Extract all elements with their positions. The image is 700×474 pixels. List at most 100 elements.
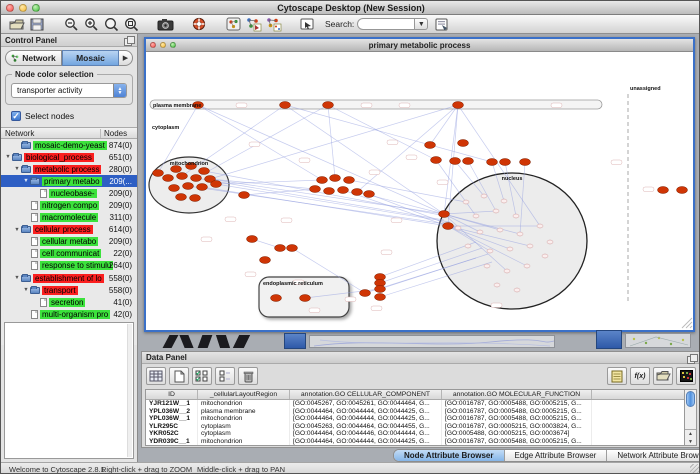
tree-row[interactable]: macromolecule311(0)	[1, 212, 137, 224]
network-node-small[interactable]	[514, 288, 520, 292]
network-node[interactable]	[153, 170, 164, 177]
tree-row[interactable]: ▼metabolic process280(0)	[1, 163, 137, 175]
canvas-resize-grip[interactable]	[682, 318, 692, 328]
network-node-small[interactable]	[465, 244, 471, 248]
column-header[interactable]: _cellularLayoutRegion	[198, 390, 290, 399]
network-node-small[interactable]	[513, 214, 519, 218]
network-node[interactable]	[247, 236, 258, 243]
column-header[interactable]: annotation.GO CELLULAR_COMPONENT	[290, 390, 442, 399]
network-node[interactable]	[439, 211, 450, 218]
network-node[interactable]	[300, 295, 311, 302]
tab-mosaic[interactable]: Mosaic	[62, 50, 119, 66]
network-node[interactable]	[197, 184, 208, 191]
tree-row[interactable]: cell communicat22(0)	[1, 248, 137, 260]
table-scrollbar[interactable]: ▲▼	[684, 389, 697, 446]
network-node-small[interactable]	[504, 269, 510, 273]
tree-row[interactable]: secretion41(0)	[1, 296, 137, 308]
network-node-small[interactable]	[517, 232, 523, 236]
network-node-small[interactable]	[493, 209, 499, 213]
network-node[interactable]	[453, 102, 464, 109]
table-row[interactable]: YLR295Ccytoplasm[GO:0045263, GO:0044464,…	[146, 423, 684, 431]
help-lifering-button[interactable]	[189, 16, 209, 33]
network-node-small[interactable]	[547, 240, 553, 244]
network-node-small[interactable]	[524, 264, 530, 268]
tree-row[interactable]: nitrogen compo209(0)	[1, 199, 137, 211]
network-node-small[interactable]	[481, 194, 487, 198]
network-node[interactable]	[239, 192, 250, 199]
tab-network[interactable]: Network	[5, 50, 62, 66]
tab-node-attribute-browser[interactable]: Node Attribute Browser	[394, 450, 505, 461]
network-node[interactable]	[375, 294, 386, 301]
network-node-small[interactable]	[501, 199, 507, 203]
network-node[interactable]	[324, 188, 335, 195]
select-attributes-button[interactable]	[146, 367, 166, 385]
table-scrollbar-thumb[interactable]	[686, 391, 695, 407]
attribute-columns-button[interactable]	[215, 367, 235, 385]
network-node-small[interactable]	[507, 247, 513, 251]
network-node-small[interactable]	[537, 224, 543, 228]
network-node-small[interactable]	[497, 228, 503, 232]
network-node[interactable]	[310, 186, 321, 193]
formula-builder-button[interactable]: f(x)	[630, 367, 650, 385]
network-view-window[interactable]: primary metabolic process plasma membran…	[144, 37, 695, 332]
network-node[interactable]	[425, 142, 436, 149]
network-edge[interactable]	[196, 178, 444, 220]
tab-edge-attribute-browser[interactable]: Edge Attribute Browser	[505, 450, 608, 461]
attribute-checklist-button[interactable]	[192, 367, 212, 385]
network-edge[interactable]	[328, 105, 436, 160]
delete-attribute-button[interactable]	[238, 367, 258, 385]
network-node-small[interactable]	[487, 249, 493, 253]
tree-row[interactable]: cellular metabo209(0)	[1, 236, 137, 248]
attribute-notes-button[interactable]	[607, 367, 627, 385]
zoom-fit-button[interactable]	[101, 16, 121, 33]
tree-expand-arrow-icon[interactable]: ▼	[4, 154, 12, 160]
matrix-view-button[interactable]	[676, 367, 696, 385]
network-node[interactable]	[190, 195, 201, 202]
network-node[interactable]	[280, 102, 291, 109]
network-node[interactable]	[260, 257, 271, 264]
network-node[interactable]	[275, 245, 286, 252]
network-node-small[interactable]	[473, 214, 479, 218]
network-node[interactable]	[458, 140, 469, 147]
network-node[interactable]	[344, 177, 355, 184]
attribute-table[interactable]: ID_cellularLayoutRegionannotation.GO CEL…	[145, 389, 685, 446]
zoom-selected-button[interactable]	[121, 16, 141, 33]
tree-row[interactable]: ▼cellular process614(0)	[1, 224, 137, 236]
select-nodes-checkbox[interactable]: ✓	[11, 111, 21, 121]
apply-layout-button[interactable]	[243, 16, 263, 33]
network-node[interactable]	[323, 102, 334, 109]
network-edge[interactable]	[285, 105, 492, 162]
tree-expand-arrow-icon[interactable]: ▼	[13, 227, 21, 233]
table-scrollbar-arrows[interactable]: ▲▼	[685, 429, 696, 445]
column-header[interactable]: ID	[146, 390, 198, 399]
network-node-small[interactable]	[463, 200, 469, 204]
window-titlebar[interactable]: Cytoscape Desktop (New Session)	[1, 1, 700, 15]
network-node[interactable]	[191, 175, 202, 182]
table-row[interactable]: YKR052Ccytoplasm[GO:0044464, GO:0044446,…	[146, 430, 684, 438]
snapshot-camera-button[interactable]	[155, 16, 175, 33]
tree-expand-arrow-icon[interactable]: ▼	[13, 166, 21, 172]
apply-vizmap-button[interactable]	[263, 16, 283, 33]
zoom-out-button[interactable]	[61, 16, 81, 33]
network-node[interactable]	[287, 245, 298, 252]
tree-row[interactable]: ▼establishment of lo558(0)	[1, 272, 137, 284]
column-header[interactable]: annotation.GO MOLECULAR_FUNCTION	[442, 390, 592, 399]
tree-expand-arrow-icon[interactable]: ▼	[13, 275, 21, 281]
tree-expand-arrow-icon[interactable]: ▼	[22, 287, 30, 293]
network-node-small[interactable]	[484, 264, 490, 268]
open-file-button[interactable]	[7, 16, 27, 33]
column-header[interactable]	[592, 390, 684, 399]
network-node-small[interactable]	[494, 283, 500, 287]
annotation-button[interactable]	[297, 16, 317, 33]
table-row[interactable]: YPL036W__1mitochondrion[GO:0044464, GO:0…	[146, 415, 684, 423]
network-node[interactable]	[177, 173, 188, 180]
tree-row[interactable]: mosaic-demo-yeast874(0)	[1, 139, 137, 151]
network-window-titlebar[interactable]: primary metabolic process	[146, 39, 693, 52]
zoom-in-button[interactable]	[81, 16, 101, 33]
overview-panel[interactable]	[4, 322, 134, 459]
network-edge[interactable]	[328, 105, 335, 178]
table-row[interactable]: YDR039C__1mitochondrion[GO:0044464, GO:0…	[146, 438, 684, 446]
network-node[interactable]	[677, 187, 688, 194]
network-node[interactable]	[338, 187, 349, 194]
tree-row[interactable]: ▼biological_process651(0)	[1, 151, 137, 163]
